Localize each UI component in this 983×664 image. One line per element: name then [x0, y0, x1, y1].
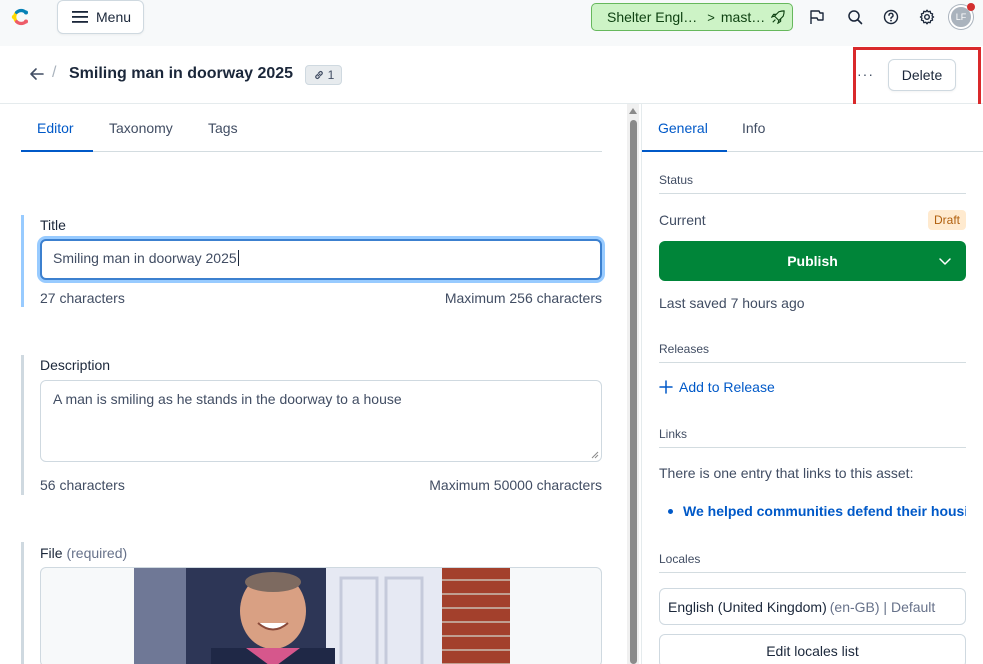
breadcrumb-separator: / [52, 64, 57, 81]
editor-tabs: Editor Taxonomy Tags [21, 104, 602, 152]
title-label: Title [40, 217, 66, 233]
locale-list-item: English (United Kingdom) (en-GB) | Defau… [659, 588, 966, 625]
status-row: Current Draft [659, 210, 966, 230]
file-label-text: File [40, 545, 63, 561]
publish-button[interactable]: Publish [659, 241, 966, 281]
entity-sidebar: General Info Status Current Draft Publis… [641, 104, 983, 664]
editor-scrollbar[interactable] [627, 104, 639, 664]
tab-taxonomy[interactable]: Taxonomy [109, 104, 173, 152]
link-icon [314, 70, 323, 80]
locale-detail: (en-GB) | Default [829, 598, 936, 615]
active-tab-indicator [21, 150, 93, 152]
file-preview[interactable] [40, 567, 602, 664]
tab-info[interactable]: Info [742, 104, 765, 152]
text-caret [237, 250, 239, 266]
tab-tags[interactable]: Tags [208, 104, 238, 152]
current-status-label: Current [659, 212, 706, 228]
resize-handle-icon[interactable] [591, 451, 599, 459]
menu-label: Menu [96, 9, 132, 25]
hamburger-icon [72, 11, 88, 23]
plus-icon [659, 380, 673, 394]
releases-section-title: Releases [659, 342, 966, 363]
title-input-value: Smiling man in doorway 2025 [53, 250, 237, 266]
linked-entry-link[interactable]: We helped communities defend their housi [683, 503, 966, 519]
last-saved-text: Last saved 7 hours ago [659, 295, 805, 311]
description-char-max: Maximum 50000 characters [429, 477, 602, 493]
locale-name: English (United Kingdom) [668, 598, 827, 615]
contentful-logo[interactable] [8, 5, 32, 29]
file-required-note: (required) [66, 545, 128, 561]
active-sidebar-tab-indicator [642, 150, 727, 152]
gear-icon[interactable] [919, 9, 935, 25]
environment-switcher[interactable]: Shelter Engl… > mast… [591, 3, 793, 31]
file-label: File (required) [40, 545, 127, 561]
help-icon[interactable] [883, 9, 899, 25]
add-to-release-button[interactable]: Add to Release [659, 379, 775, 395]
status-section-title: Status [659, 173, 966, 194]
sidebar-tabs: General Info [642, 104, 983, 152]
description-help-row: 56 characters Maximum 50000 characters [40, 477, 602, 493]
title-input[interactable]: Smiling man in doorway 2025 [40, 239, 602, 280]
list-bullet [668, 509, 673, 514]
title-help-row: 27 characters Maximum 256 characters [40, 290, 602, 306]
rocket-icon [771, 10, 785, 24]
scroll-up-arrow-icon[interactable] [629, 108, 637, 114]
environment-name: mast… [720, 9, 766, 25]
add-to-release-label: Add to Release [679, 379, 775, 395]
links-section-title: Links [659, 427, 966, 448]
publish-label: Publish [787, 253, 838, 269]
links-count-badge[interactable]: 1 [305, 65, 342, 85]
tab-editor[interactable]: Editor [37, 104, 74, 152]
chevron-down-icon[interactable] [938, 254, 952, 268]
scroll-thumb[interactable] [630, 120, 637, 664]
title-char-count: 27 characters [40, 290, 125, 306]
links-description: There is one entry that links to this as… [659, 465, 914, 481]
search-icon[interactable] [847, 9, 863, 25]
env-separator: > [707, 9, 715, 25]
asset-thumbnail[interactable] [41, 568, 602, 664]
description-value: A man is smiling as he stands in the doo… [53, 391, 402, 407]
page-title: Smiling man in doorway 2025 [69, 65, 294, 82]
menu-button[interactable]: Menu [57, 0, 144, 34]
back-arrow-icon[interactable] [29, 66, 45, 82]
edit-locales-button[interactable]: Edit locales list [659, 634, 966, 664]
description-char-count: 56 characters [40, 477, 125, 493]
title-char-max: Maximum 256 characters [444, 290, 602, 306]
notification-dot [967, 3, 975, 11]
description-textarea[interactable]: A man is smiling as he stands in the doo… [40, 380, 602, 462]
space-name: Shelter Engl… [607, 9, 698, 25]
flag-icon[interactable] [809, 9, 825, 25]
links-count: 1 [327, 68, 335, 82]
locales-section-title: Locales [659, 552, 966, 573]
top-bar: Menu Shelter Engl… > mast… LF [0, 0, 983, 46]
status-badge: Draft [927, 210, 966, 230]
linked-entry-item[interactable]: We helped communities defend their housi [659, 503, 966, 519]
entity-header: / Smiling man in doorway 2025 1 ··· Dele… [0, 46, 983, 104]
description-label: Description [40, 357, 111, 373]
tab-general[interactable]: General [658, 104, 708, 152]
